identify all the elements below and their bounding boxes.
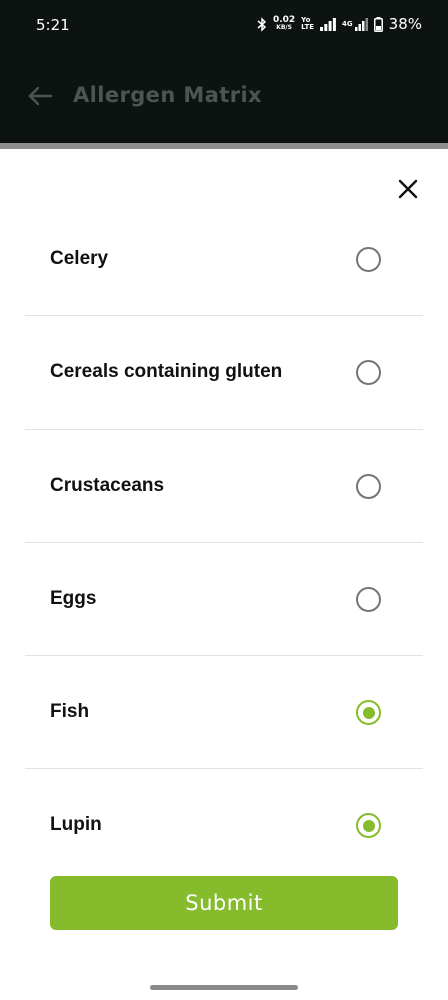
volte-indicator: Yo LTE bbox=[301, 17, 314, 31]
network-type-label: 4G bbox=[342, 20, 353, 28]
battery-icon bbox=[373, 16, 383, 32]
radio-button[interactable] bbox=[356, 360, 381, 386]
network-speed: 0.02 KB/S bbox=[273, 16, 295, 32]
status-bar: 5:21 0.02 KB/S Yo LTE 4G 38% bbox=[0, 0, 448, 50]
allergen-item-fish[interactable]: Fish bbox=[25, 656, 423, 770]
status-icons: 0.02 KB/S Yo LTE 4G 38% bbox=[257, 15, 422, 33]
allergen-label: Celery bbox=[50, 248, 109, 269]
allergen-filter-sheet: Celery Cereals containing gluten Crustac… bbox=[0, 149, 448, 1000]
close-icon[interactable] bbox=[394, 175, 422, 203]
volte-bottom-label: LTE bbox=[301, 23, 315, 31]
radio-button-checked[interactable] bbox=[356, 813, 381, 839]
radio-button[interactable] bbox=[356, 247, 381, 272]
allergen-list: Celery Cereals containing gluten Crustac… bbox=[25, 203, 423, 883]
allergen-label: Lupin bbox=[50, 814, 102, 836]
header-area: 5:21 0.02 KB/S Yo LTE 4G 38% Allergen Ma… bbox=[0, 0, 448, 146]
radio-button[interactable] bbox=[356, 586, 381, 612]
signal-icon bbox=[320, 17, 336, 31]
allergen-item-celery[interactable]: Celery bbox=[25, 203, 423, 317]
app-bar: Allergen Matrix bbox=[0, 70, 448, 122]
allergen-item-lupin[interactable]: Lupin bbox=[25, 769, 423, 882]
allergen-item-cereals[interactable]: Cereals containing gluten bbox=[25, 316, 423, 430]
radio-button-checked[interactable] bbox=[356, 700, 381, 726]
signal-icon-2 bbox=[354, 17, 368, 31]
network-speed-value: 0.02 bbox=[272, 15, 296, 25]
bluetooth-icon bbox=[257, 16, 267, 32]
battery-percentage: 38% bbox=[388, 15, 422, 33]
back-arrow-icon[interactable] bbox=[26, 82, 54, 110]
allergen-label: Cereals containing gluten bbox=[50, 361, 283, 383]
submit-button[interactable]: Submit bbox=[50, 876, 398, 930]
allergen-item-eggs[interactable]: Eggs bbox=[25, 543, 423, 657]
allergen-label: Eggs bbox=[50, 587, 97, 609]
allergen-item-crustaceans[interactable]: Crustaceans bbox=[25, 430, 423, 543]
radio-button[interactable] bbox=[356, 473, 381, 499]
allergen-label: Fish bbox=[50, 701, 90, 723]
page-title: Allergen Matrix bbox=[73, 83, 262, 107]
status-time: 5:21 bbox=[36, 16, 70, 34]
network-speed-unit: KB/S bbox=[276, 24, 292, 31]
allergen-label: Crustaceans bbox=[50, 474, 165, 496]
home-indicator[interactable] bbox=[150, 985, 298, 990]
